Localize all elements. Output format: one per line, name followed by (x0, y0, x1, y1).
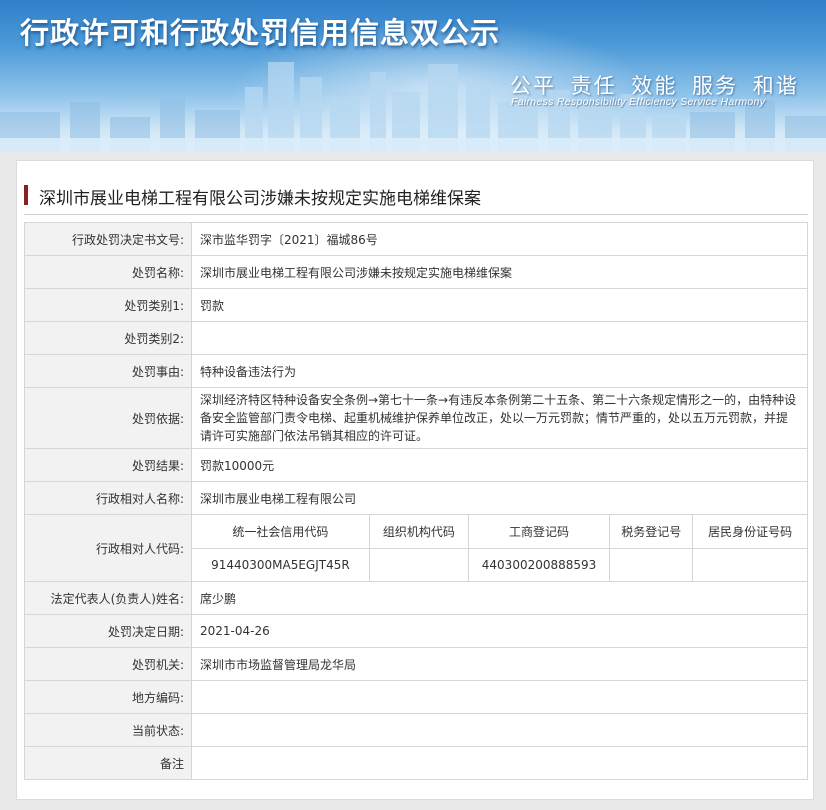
party-name-value: 深圳市展业电梯工程有限公司 (191, 481, 808, 515)
id-number-value (692, 547, 807, 581)
field-label: 处罚机关: (24, 647, 192, 681)
table-row: 行政相对人名称: 深圳市展业电梯工程有限公司 (24, 481, 808, 515)
field-label: 处罚依据: (24, 387, 192, 449)
table-row: 地方编码: (24, 680, 808, 714)
current-status-value (191, 713, 808, 747)
table-row: 处罚依据: 深圳经济特区特种设备安全条例→第七十一条→有违反本条例第二十五条、第… (24, 387, 808, 449)
legal-rep-value: 席少鹏 (191, 581, 808, 615)
category1-value: 罚款 (191, 288, 808, 322)
field-label: 行政相对人名称: (24, 481, 192, 515)
title-accent-bar (24, 185, 28, 205)
code-header: 居民身份证号码 (692, 515, 807, 549)
authority-value: 深圳市市场监督管理局龙华局 (191, 647, 808, 681)
field-label: 处罚名称: (24, 255, 192, 289)
field-label: 行政相对人代码: (24, 514, 192, 582)
table-row: 备注 (24, 746, 808, 780)
slogan-english: Fairness Responsibility Efficiency Servi… (511, 96, 766, 108)
code-header: 组织机构代码 (368, 515, 469, 549)
decision-number-value: 深市监华罚字〔2021〕福城86号 (191, 222, 808, 256)
table-row: 处罚决定日期: 2021-04-26 (24, 614, 808, 648)
table-row: 处罚类别2: (24, 321, 808, 355)
table-row: 行政相对人代码: 统一社会信用代码 组织机构代码 工商登记码 税务登记号 居民身… (24, 514, 808, 582)
org-code-value (368, 547, 469, 581)
field-label: 处罚类别2: (24, 321, 192, 355)
code-header: 统一社会信用代码 (192, 515, 370, 549)
case-title-bar: 深圳市展业电梯工程有限公司涉嫌未按规定实施电梯维保案 (24, 181, 808, 215)
remark-value (191, 746, 808, 780)
table-row: 处罚机关: 深圳市市场监督管理局龙华局 (24, 647, 808, 681)
field-label: 地方编码: (24, 680, 192, 714)
codes-value-row: 91440300MA5EGJT45R 440300200888593 (192, 547, 807, 581)
result-value: 罚款10000元 (191, 448, 808, 482)
field-label: 法定代表人(负责人)姓名: (24, 581, 192, 615)
code-header: 税务登记号 (609, 515, 694, 549)
site-title: 行政许可和行政处罚信用信息双公示 (20, 16, 501, 50)
codes-header-row: 统一社会信用代码 组织机构代码 工商登记码 税务登记号 居民身份证号码 (192, 515, 807, 549)
party-codes-cell: 统一社会信用代码 组织机构代码 工商登记码 税务登记号 居民身份证号码 9144… (191, 514, 808, 582)
local-code-value (191, 680, 808, 714)
table-row: 处罚结果: 罚款10000元 (24, 448, 808, 482)
field-label: 行政处罚决定书文号: (24, 222, 192, 256)
field-label: 当前状态: (24, 713, 192, 747)
decision-date-value: 2021-04-26 (191, 614, 808, 648)
field-label: 处罚事由: (24, 354, 192, 388)
party-codes-table: 统一社会信用代码 组织机构代码 工商登记码 税务登记号 居民身份证号码 9144… (192, 515, 807, 581)
tax-reg-value (609, 547, 694, 581)
penalty-info-table: 行政处罚决定书文号: 深市监华罚字〔2021〕福城86号 处罚名称: 深圳市展业… (24, 222, 808, 780)
field-label: 处罚结果: (24, 448, 192, 482)
field-label: 处罚类别1: (24, 288, 192, 322)
category2-value (191, 321, 808, 355)
business-reg-value: 440300200888593 (467, 547, 611, 581)
penalty-name-value: 深圳市展业电梯工程有限公司涉嫌未按规定实施电梯维保案 (191, 255, 808, 289)
field-label: 备注 (24, 746, 192, 780)
header-banner: 行政许可和行政处罚信用信息双公示 公平 责任 效能 服务 和谐 Fairness… (0, 0, 826, 152)
case-title: 深圳市展业电梯工程有限公司涉嫌未按规定实施电梯维保案 (39, 189, 481, 209)
cause-value: 特种设备违法行为 (191, 354, 808, 388)
code-header: 工商登记码 (467, 515, 611, 549)
table-row: 处罚事由: 特种设备违法行为 (24, 354, 808, 388)
credit-code-value: 91440300MA5EGJT45R (192, 547, 370, 581)
table-row: 处罚名称: 深圳市展业电梯工程有限公司涉嫌未按规定实施电梯维保案 (24, 255, 808, 289)
basis-value: 深圳经济特区特种设备安全条例→第七十一条→有违反本条例第二十五条、第二十六条规定… (191, 387, 808, 449)
table-row: 行政处罚决定书文号: 深市监华罚字〔2021〕福城86号 (24, 222, 808, 256)
table-row: 当前状态: (24, 713, 808, 747)
content-card: 深圳市展业电梯工程有限公司涉嫌未按规定实施电梯维保案 行政处罚决定书文号: 深市… (16, 160, 814, 800)
table-row: 法定代表人(负责人)姓名: 席少鹏 (24, 581, 808, 615)
table-row: 处罚类别1: 罚款 (24, 288, 808, 322)
field-label: 处罚决定日期: (24, 614, 192, 648)
